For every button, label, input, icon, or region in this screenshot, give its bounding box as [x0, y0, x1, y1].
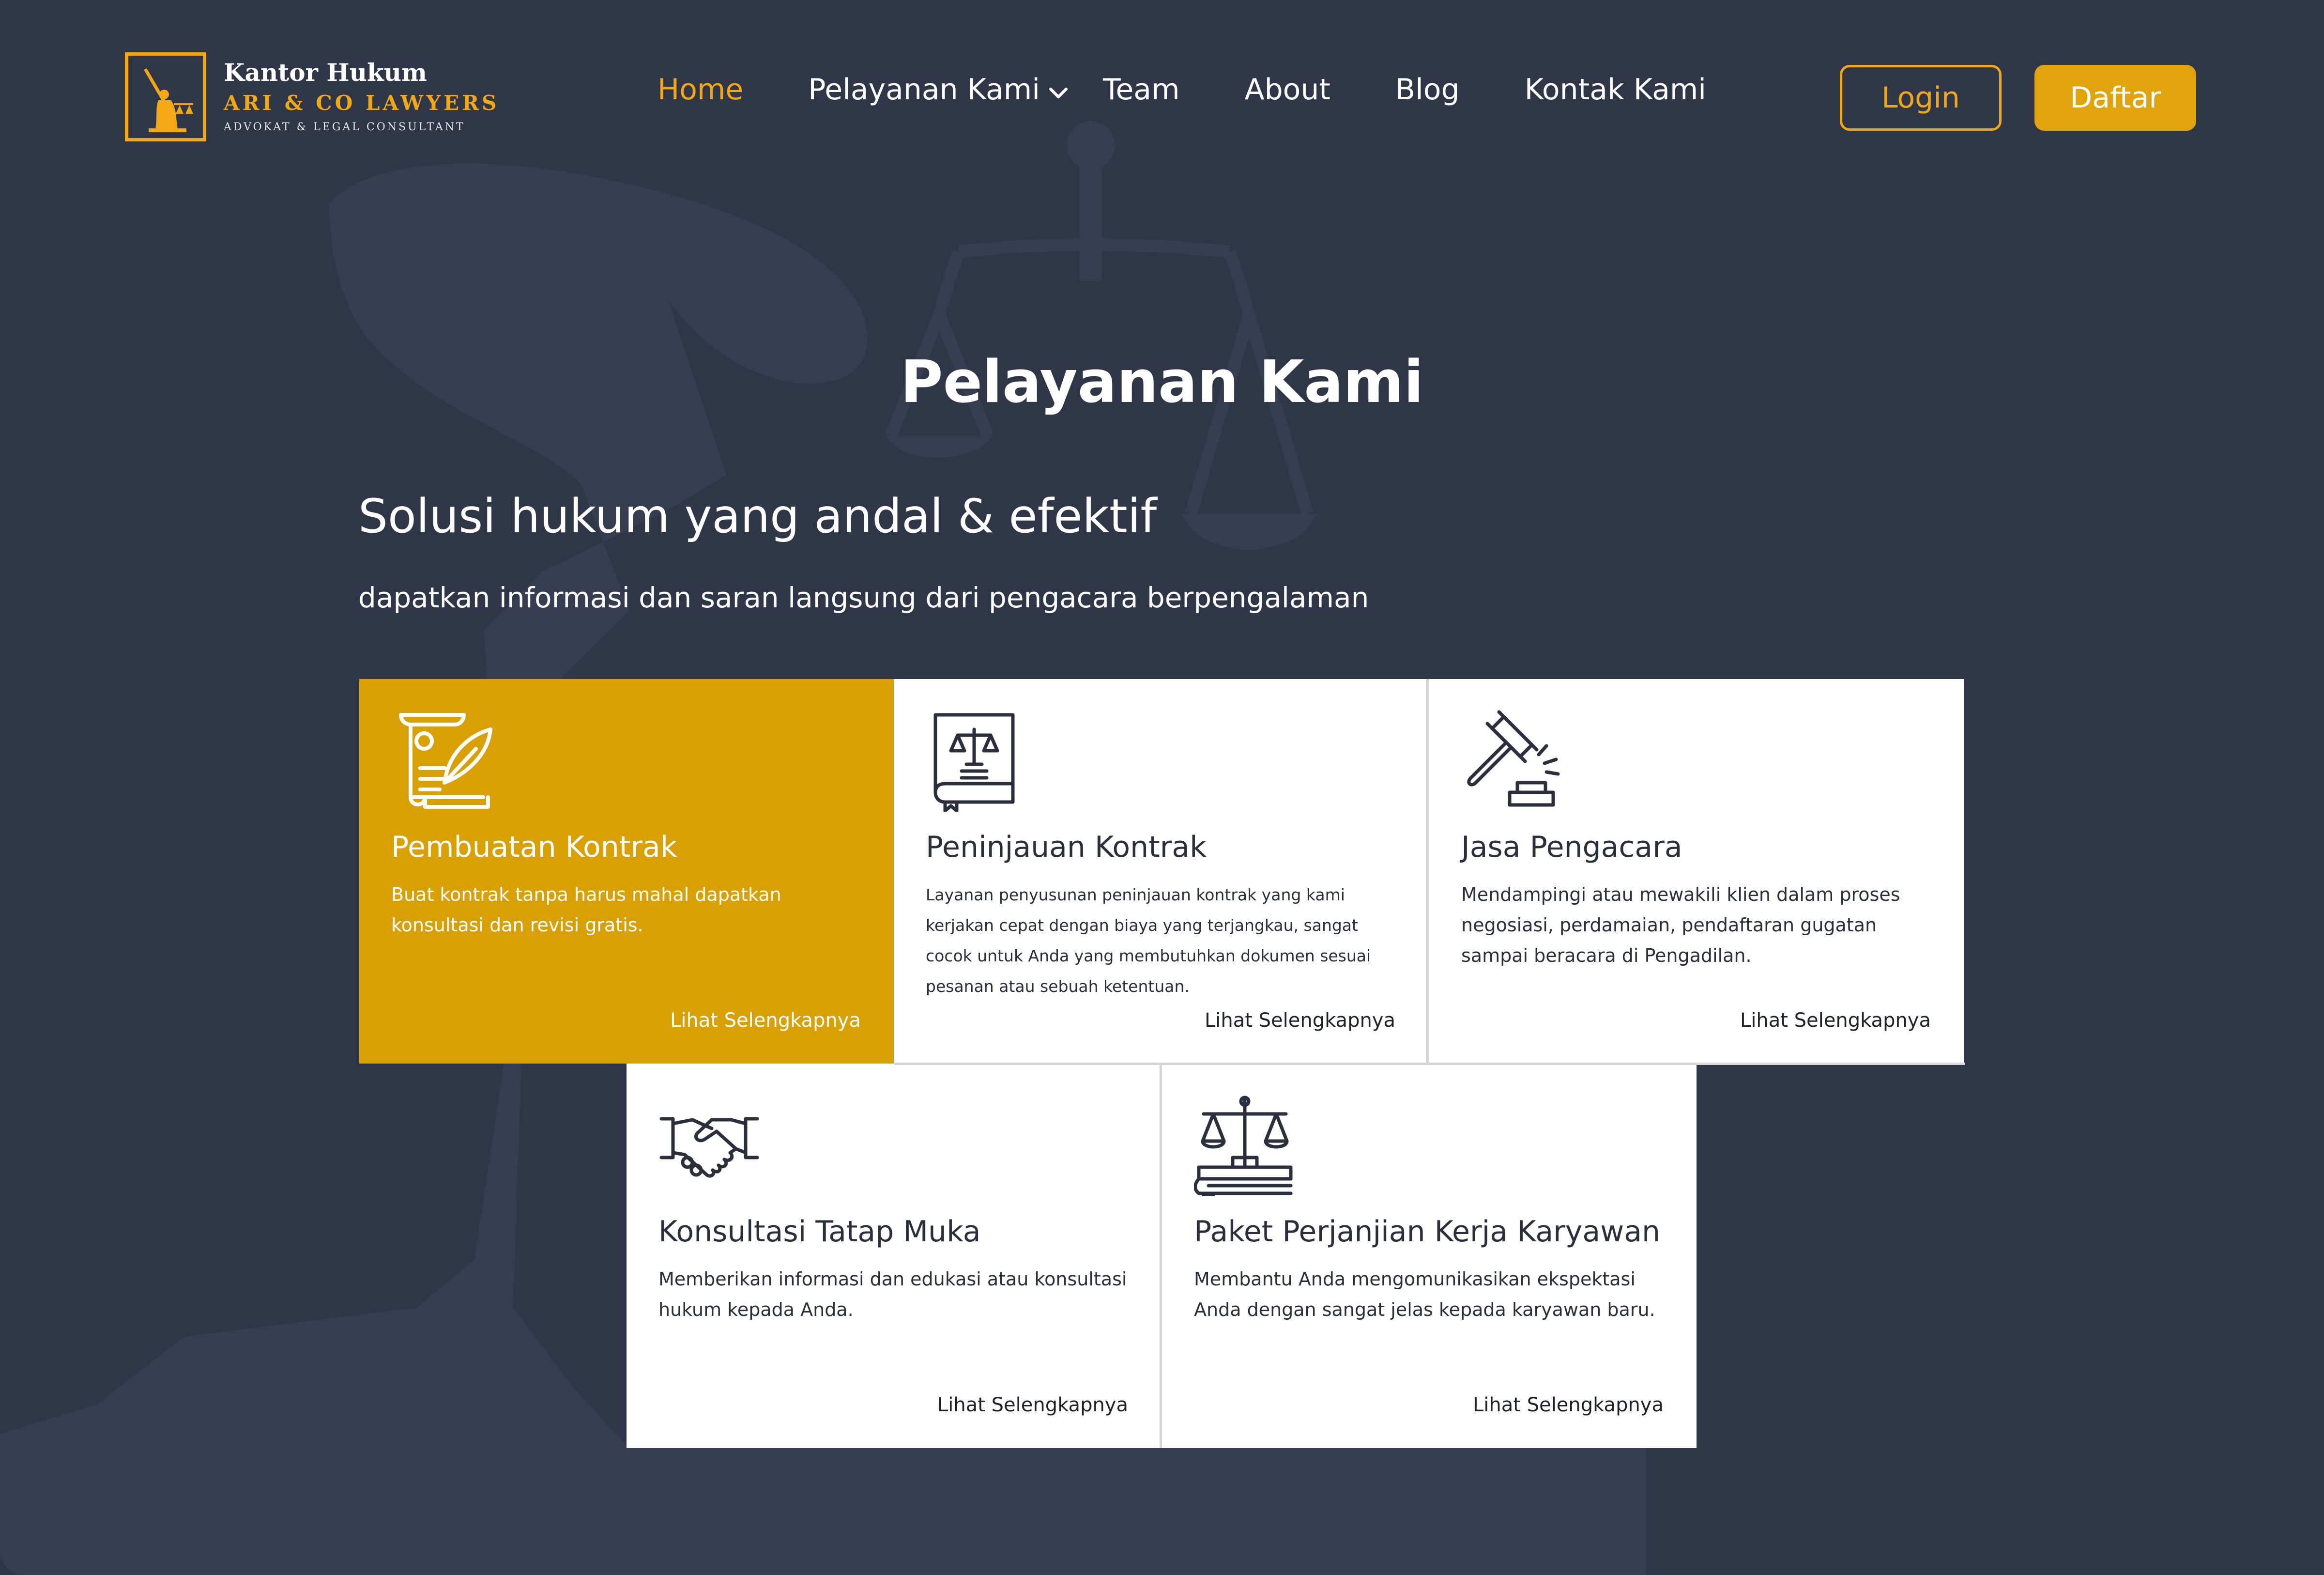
law-book-icon: [933, 713, 1015, 812]
main-nav: Home Pelayanan Kami Team About Blog Kont…: [657, 73, 1706, 107]
see-more-link[interactable]: Lihat Selengkapnya: [670, 1009, 861, 1032]
hero-subtitle: Solusi hukum yang andal & efektif: [358, 489, 1157, 543]
nav-item-team[interactable]: Team: [1103, 73, 1180, 107]
service-card-pembuatan-kontrak[interactable]: Pembuatan Kontrak Buat kontrak tanpa har…: [359, 679, 894, 1064]
lady-justice-logo-icon: [125, 52, 206, 141]
service-card-jasa-pengacara[interactable]: Jasa Pengacara Mendampingi atau mewakili…: [1429, 679, 1964, 1064]
nav-item-about[interactable]: About: [1245, 73, 1330, 107]
see-more-link[interactable]: Lihat Selengkapnya: [937, 1394, 1128, 1416]
card-description: Buat kontrak tanpa harus mahal dapatkan …: [391, 884, 781, 936]
login-button[interactable]: Login: [1840, 65, 2002, 131]
nav-item-label: Pelayanan Kami: [808, 73, 1040, 107]
brand-logo[interactable]: Kantor Hukum ARI & CO LAWYERS ADVOKAT & …: [125, 52, 499, 141]
see-more-link[interactable]: Lihat Selengkapnya: [1473, 1394, 1664, 1416]
card-title: Peninjauan Kontrak: [926, 830, 1207, 864]
card-divider: [1160, 1064, 1162, 1448]
hero-description: dapatkan informasi dan saran langsung da…: [358, 581, 1369, 614]
card-description: Layanan penyusunan peninjauan kontrak ya…: [926, 885, 1371, 996]
page-title: Pelayanan Kami: [900, 349, 1424, 416]
nav-item-home[interactable]: Home: [657, 73, 743, 107]
handshake-icon: [659, 1117, 759, 1178]
contract-quill-icon: [399, 713, 492, 809]
card-divider: [894, 1063, 1965, 1065]
see-more-link[interactable]: Lihat Selengkapnya: [1740, 1009, 1931, 1032]
gavel-icon: [1467, 710, 1560, 807]
card-description: Mendampingi atau mewakili klien dalam pr…: [1461, 884, 1900, 966]
logo-title: Kantor Hukum: [224, 58, 427, 87]
card-title: Jasa Pengacara: [1461, 830, 1682, 864]
nav-item-kontak-kami[interactable]: Kontak Kami: [1525, 73, 1706, 107]
page: Kantor Hukum ARI & CO LAWYERS ADVOKAT & …: [0, 0, 2324, 1575]
card-divider: [1426, 679, 1429, 1064]
logo-tagline: ADVOKAT & LEGAL CONSULTANT: [224, 121, 465, 133]
scales-on-books-icon: [1194, 1096, 1293, 1196]
chevron-down-icon: [1049, 73, 1068, 107]
logo-firm-name: ARI & CO LAWYERS: [224, 91, 500, 115]
service-card-konsultasi-tatap-muka[interactable]: Konsultasi Tatap Muka Memberikan informa…: [627, 1064, 1161, 1448]
card-title: Paket Perjanjian Kerja Karyawan: [1194, 1215, 1660, 1249]
card-description: Membantu Anda mengomunikasikan ekspektas…: [1194, 1268, 1655, 1320]
nav-item-blog[interactable]: Blog: [1395, 73, 1460, 107]
nav-item-pelayanan-kami[interactable]: Pelayanan Kami: [808, 73, 1068, 107]
register-button[interactable]: Daftar: [2034, 65, 2196, 131]
card-description: Memberikan informasi dan edukasi atau ko…: [658, 1268, 1127, 1320]
card-title: Konsultasi Tatap Muka: [658, 1215, 981, 1249]
card-title: Pembuatan Kontrak: [391, 830, 677, 864]
service-card-peninjauan-kontrak[interactable]: Peninjauan Kontrak Layanan penyusunan pe…: [894, 679, 1428, 1064]
see-more-link[interactable]: Lihat Selengkapnya: [1205, 1009, 1395, 1032]
service-card-paket-perjanjian-kerja[interactable]: Paket Perjanjian Kerja Karyawan Membantu…: [1162, 1064, 1697, 1448]
